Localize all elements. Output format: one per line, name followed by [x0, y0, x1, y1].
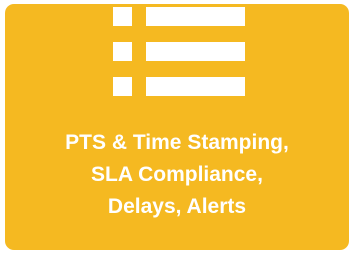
tile-label-line-3: Delays, Alerts [107, 195, 247, 218]
list-line-3 [146, 77, 245, 96]
list-bullet-3 [113, 77, 132, 96]
list-bullet-2 [113, 42, 132, 61]
list-line-1 [146, 7, 245, 26]
list-line-2 [146, 42, 245, 61]
tile-label-line-1: PTS & Time Stamping, [65, 131, 289, 154]
list-bullet-1 [113, 7, 132, 26]
tile-label-line-2: SLA Compliance, [91, 163, 263, 186]
feature-tile[interactable]: PTS & Time Stamping, SLA Compliance, Del… [5, 4, 349, 250]
tile-label: PTS & Time Stamping, SLA Compliance, Del… [5, 127, 349, 223]
bulleted-list-icon [113, 7, 245, 96]
